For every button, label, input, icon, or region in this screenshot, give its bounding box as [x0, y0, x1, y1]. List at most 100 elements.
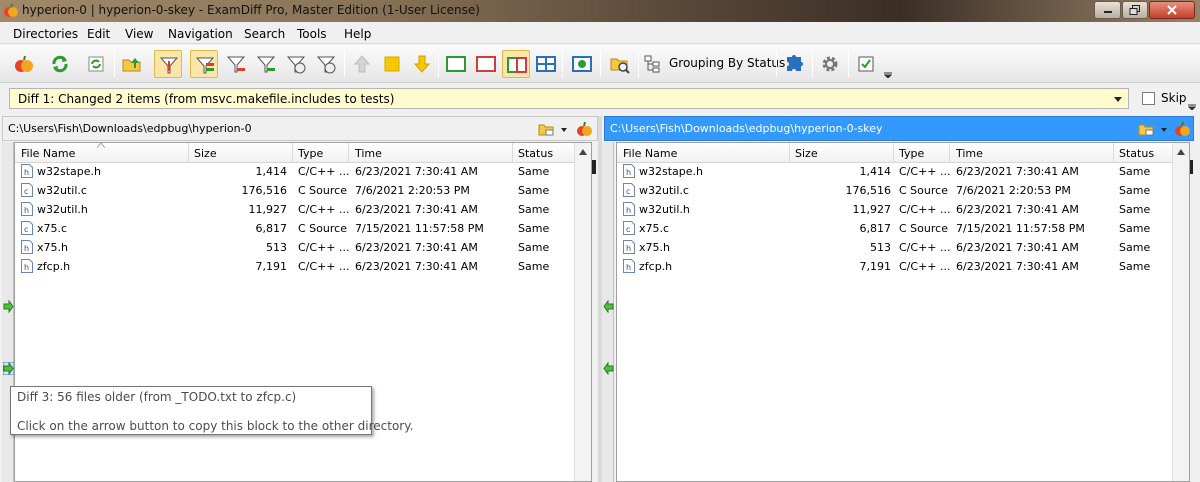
compare-fruit-icon[interactable] [575, 120, 595, 138]
right-scrollbar[interactable] [1172, 143, 1189, 481]
col-time[interactable]: Time [355, 147, 382, 160]
gear-icon [822, 56, 838, 72]
open-folder-button[interactable] [118, 50, 146, 78]
menu-edit[interactable]: Edit [87, 27, 110, 41]
filter-older-button[interactable] [312, 50, 340, 78]
file-type: C/C++ ... [899, 260, 951, 273]
chevron-down-icon[interactable] [559, 120, 569, 138]
current-diff-button[interactable] [378, 50, 406, 78]
file-row[interactable]: c w32util.c 176,516 C Source 7/6/2021 2:20:5… [617, 181, 1177, 200]
file-row[interactable]: h x75.h 513 C/C++ ... 6/23/2021 7:30:41 AM Sa… [617, 238, 1177, 257]
folder-swap-icon[interactable] [537, 120, 557, 138]
filter-right-button[interactable] [252, 50, 280, 78]
copy-arrow-left-icon[interactable] [603, 300, 614, 313]
right-path-bar[interactable]: C:\Users\Fish\Downloads\edpbug\hyperion-… [604, 116, 1194, 141]
file-row[interactable]: c x75.c 6,817 C Source 7/15/2021 11:57:58 PM… [617, 219, 1177, 238]
close-button[interactable] [1149, 1, 1195, 19]
c-file-icon: c [623, 183, 635, 197]
col-file-name[interactable]: File Name [21, 147, 75, 160]
menu-search[interactable]: Search [244, 27, 285, 41]
file-row[interactable]: c x75.c 6,817 C Source 7/15/2021 11:57:58 PM… [15, 219, 575, 238]
file-type: C/C++ ... [298, 203, 350, 216]
col-type[interactable]: Type [298, 147, 323, 160]
compare-button[interactable] [10, 50, 38, 78]
check-target-button[interactable] [568, 50, 596, 78]
file-row[interactable]: h zfcp.h 7,191 C/C++ ... 6/23/2021 7:30:41 A… [617, 257, 1177, 276]
grid-pane-icon [536, 56, 556, 72]
file-row[interactable]: h w32stape.h 1,414 C/C++ ... 6/23/2021 7:30:… [617, 162, 1177, 181]
col-status[interactable]: Status [518, 147, 553, 160]
file-type: C/C++ ... [298, 241, 350, 254]
file-time: 6/23/2021 7:30:41 AM [355, 260, 478, 273]
file-name: w32util.h [37, 203, 88, 216]
chevron-down-icon[interactable] [1159, 120, 1169, 138]
view-red-button[interactable] [472, 50, 500, 78]
scroll-up-icon[interactable] [1177, 149, 1185, 155]
menu-tools[interactable]: Tools [297, 27, 327, 41]
minimize-button[interactable] [1094, 1, 1121, 19]
file-size: 7,191 [859, 260, 892, 273]
file-time: 6/23/2021 7:30:41 AM [956, 165, 1079, 178]
col-size[interactable]: Size [795, 147, 818, 160]
c-file-icon: c [21, 221, 33, 235]
toolbar-overflow-icon[interactable] [884, 72, 892, 78]
view-split-button[interactable] [502, 50, 530, 78]
col-size[interactable]: Size [194, 147, 217, 160]
copy-arrow-right-icon[interactable] [3, 362, 14, 375]
file-size: 11,927 [852, 203, 892, 216]
svg-text:h: h [24, 168, 29, 177]
menu-navigation[interactable]: Navigation [168, 27, 233, 41]
diff-selector[interactable]: Diff 1: Changed 2 items (from msvc.makef… [9, 88, 1129, 109]
svg-text:h: h [626, 244, 631, 253]
col-status[interactable]: Status [1119, 147, 1154, 160]
file-row[interactable]: h w32util.h 11,927 C/C++ ... 6/23/2021 7:30:… [15, 200, 575, 219]
menu-help[interactable]: Help [344, 27, 371, 41]
menu-directories[interactable]: Directories [13, 27, 78, 41]
menu-view[interactable]: View [125, 27, 153, 41]
right-file-list[interactable]: File Name Size Type Time Status h w32stap… [616, 142, 1190, 482]
restore-button[interactable] [1122, 1, 1148, 19]
file-status: Same [518, 165, 550, 178]
plugins-button[interactable] [780, 50, 808, 78]
filter-left-button[interactable] [222, 50, 250, 78]
select-button[interactable] [852, 50, 880, 78]
file-row[interactable]: h w32stape.h 1,414 C/C++ ... 6/23/2021 7:30:… [15, 162, 575, 181]
copy-arrow-right-icon[interactable] [3, 300, 14, 313]
col-file-name[interactable]: File Name [623, 147, 677, 160]
filter-button[interactable] [154, 50, 182, 78]
filter-changed-button[interactable] [190, 50, 218, 78]
browse-folder-button[interactable] [606, 50, 634, 78]
scroll-up-icon[interactable] [579, 149, 587, 155]
skip-checkbox[interactable] [1142, 92, 1155, 105]
chevron-down-icon[interactable] [1110, 91, 1126, 107]
copy-arrow-left-icon[interactable] [603, 362, 614, 375]
close-icon [1167, 5, 1177, 15]
view-green-button[interactable] [442, 50, 470, 78]
sync-button[interactable] [82, 50, 110, 78]
view-grid-button[interactable] [532, 50, 560, 78]
col-type[interactable]: Type [899, 147, 924, 160]
col-time[interactable]: Time [956, 147, 983, 160]
left-scrollbar[interactable] [574, 143, 591, 481]
svg-text:c: c [626, 187, 630, 196]
next-diff-button[interactable] [408, 50, 436, 78]
file-time: 6/23/2021 7:30:41 AM [355, 203, 478, 216]
filter-newer-button[interactable] [282, 50, 310, 78]
file-row[interactable]: h x75.h 513 C/C++ ... 6/23/2021 7:30:41 AM Sa… [15, 238, 575, 257]
diffbar-overflow-icon[interactable] [1188, 104, 1196, 110]
compare-fruit-icon[interactable] [1173, 120, 1193, 138]
folder-up-icon [122, 58, 141, 72]
folder-swap-icon[interactable] [1137, 120, 1157, 138]
file-row[interactable]: h zfcp.h 7,191 C/C++ ... 6/23/2021 7:30:41 A… [15, 257, 575, 276]
file-type: C Source [298, 222, 347, 235]
split-pane-icon [507, 57, 527, 73]
file-time: 6/23/2021 7:30:41 AM [956, 203, 1079, 216]
prev-diff-button[interactable] [348, 50, 376, 78]
file-time: 7/15/2021 11:57:58 PM [355, 222, 484, 235]
file-row[interactable]: c w32util.c 176,516 C Source 7/6/2021 2:20:5… [15, 181, 575, 200]
options-button[interactable] [816, 50, 844, 78]
file-row[interactable]: h w32util.h 11,927 C/C++ ... 6/23/2021 7:30:… [617, 200, 1177, 219]
toolbar: Grouping By Status [0, 45, 1200, 83]
left-path-bar[interactable]: C:\Users\Fish\Downloads\edpbug\hyperion-… [2, 116, 598, 141]
refresh-button[interactable] [46, 50, 74, 78]
